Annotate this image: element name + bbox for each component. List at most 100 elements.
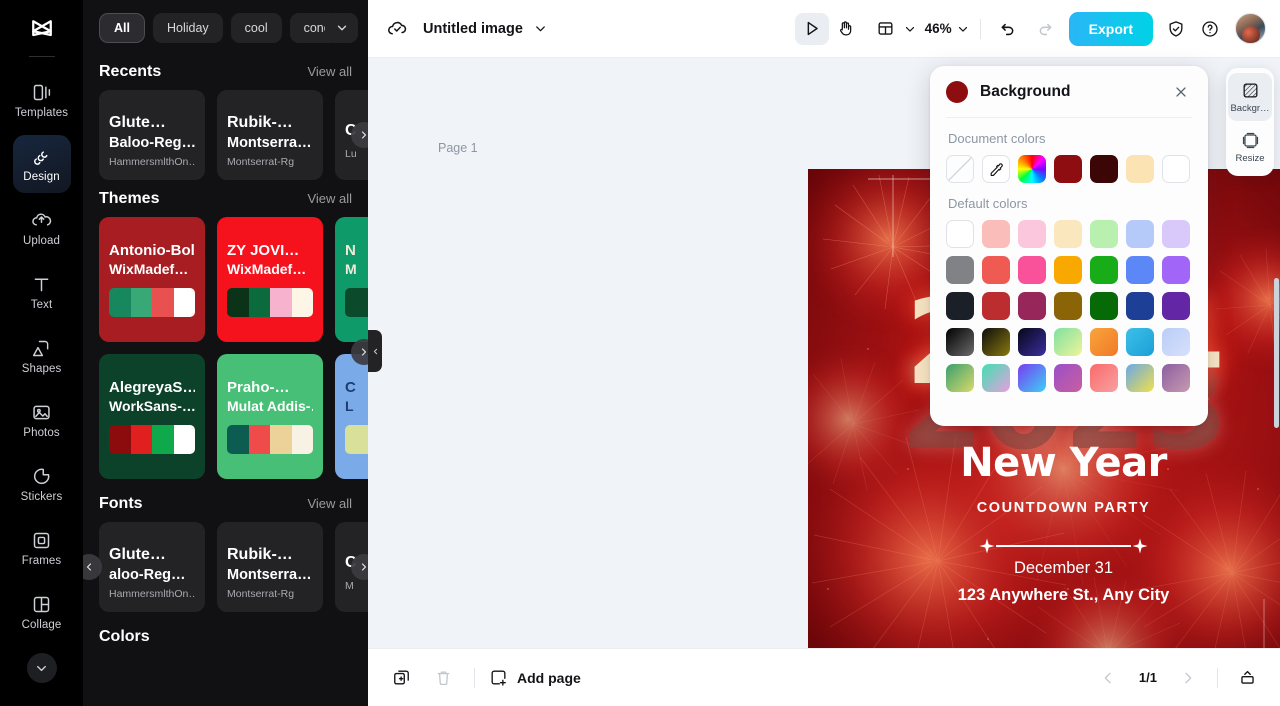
filter-chip-holiday[interactable]: Holiday xyxy=(152,13,223,43)
close-icon[interactable] xyxy=(1170,81,1192,103)
swatch-gradient[interactable] xyxy=(1054,328,1082,356)
sidebar-item-text[interactable]: Text xyxy=(13,263,71,321)
swatch-default[interactable] xyxy=(1162,256,1190,284)
swatch-gradient[interactable] xyxy=(946,328,974,356)
swatch-gradient[interactable] xyxy=(1090,328,1118,356)
swatch-gradient[interactable] xyxy=(1018,364,1046,392)
swatch-default[interactable] xyxy=(1126,220,1154,248)
swatch-gradient[interactable] xyxy=(1054,364,1082,392)
sidebar-item-upload[interactable]: Upload xyxy=(13,199,71,257)
zoom-caret[interactable] xyxy=(956,22,970,36)
font-card[interactable]: Rubik-… Montserra… Montserrat-Rg xyxy=(217,522,323,612)
mini-rail-item-resize[interactable]: Resize xyxy=(1228,123,1272,171)
swatch-gradient[interactable] xyxy=(1126,364,1154,392)
undo-button[interactable] xyxy=(991,13,1025,45)
layout-tool-button[interactable] xyxy=(869,13,903,45)
swatch-document-color[interactable] xyxy=(1162,155,1190,183)
swatch-default[interactable] xyxy=(946,220,974,248)
swatch-gradient[interactable] xyxy=(1162,328,1190,356)
swatch-none[interactable] xyxy=(946,155,974,183)
swatch-default[interactable] xyxy=(1090,220,1118,248)
mini-rail-item-background[interactable]: Backgr… xyxy=(1228,73,1272,121)
filter-chip-all[interactable]: All xyxy=(99,13,145,43)
export-button[interactable]: Export xyxy=(1068,11,1153,46)
section-header-recents: Recents View all xyxy=(83,53,368,90)
document-title[interactable]: Untitled image xyxy=(423,21,523,37)
swatch-gradient[interactable] xyxy=(982,364,1010,392)
theme-card[interactable]: Praho-… Mulat Addis-… xyxy=(217,354,323,479)
swatch-default[interactable] xyxy=(1162,220,1190,248)
swatch-gradient[interactable] xyxy=(1018,328,1046,356)
theme-card[interactable]: C L xyxy=(335,354,368,479)
filter-chip-cool[interactable]: cool xyxy=(230,13,282,43)
cloud-check-icon[interactable] xyxy=(386,17,409,40)
view-all-link[interactable]: View all xyxy=(307,496,368,511)
capcut-logo-icon[interactable] xyxy=(21,10,63,50)
shield-check-button[interactable] xyxy=(1159,13,1193,45)
current-color-dot[interactable] xyxy=(946,80,968,103)
swatch-gradient[interactable] xyxy=(982,328,1010,356)
sidebar-item-design[interactable]: Design xyxy=(12,135,71,193)
select-tool-button[interactable] xyxy=(794,12,829,45)
swatch-default[interactable] xyxy=(982,256,1010,284)
duplicate-page-button[interactable] xyxy=(384,661,418,695)
swatch-gradient[interactable] xyxy=(1162,364,1190,392)
sidebar-item-photos[interactable]: Photos xyxy=(13,391,71,449)
sidebar-item-shapes[interactable]: Shapes xyxy=(13,327,71,385)
sidebar-item-stickers[interactable]: Stickers xyxy=(13,455,71,513)
swatch-default[interactable] xyxy=(1018,220,1046,248)
sidebar-item-frames[interactable]: Frames xyxy=(13,519,71,577)
swatch-default[interactable] xyxy=(1054,292,1082,320)
avatar[interactable] xyxy=(1235,13,1266,44)
theme-card[interactable]: ZY JOVI… WixMadef… xyxy=(217,217,323,342)
view-all-link[interactable]: View all xyxy=(307,64,368,79)
swatch-default[interactable] xyxy=(946,292,974,320)
stickers-icon xyxy=(31,465,53,487)
add-page-button[interactable]: Add page xyxy=(489,668,581,687)
layout-caret[interactable] xyxy=(903,22,917,36)
vertical-scrollbar[interactable] xyxy=(1274,278,1279,428)
swatch-gradient[interactable] xyxy=(946,364,974,392)
swatch-rainbow[interactable] xyxy=(1018,155,1046,183)
delete-page-button[interactable] xyxy=(426,661,460,695)
popover-header: Background xyxy=(946,66,1192,118)
swatch-default[interactable] xyxy=(1126,292,1154,320)
swatch-default[interactable] xyxy=(1162,292,1190,320)
sidebar-item-templates[interactable]: Templates xyxy=(13,71,71,129)
swatch-gradient[interactable] xyxy=(1126,328,1154,356)
font-card[interactable]: Glute… aloo-Reg… HammersmlthOn… xyxy=(99,522,205,612)
swatch-default[interactable] xyxy=(1090,256,1118,284)
theme-card[interactable]: N M xyxy=(335,217,368,342)
zoom-level[interactable]: 46% xyxy=(925,21,952,36)
swatch-default[interactable] xyxy=(1018,292,1046,320)
swatch-default[interactable] xyxy=(946,256,974,284)
help-button[interactable] xyxy=(1193,13,1227,45)
swatch-default[interactable] xyxy=(982,292,1010,320)
swatch-document-color[interactable] xyxy=(1054,155,1082,183)
next-page-button[interactable] xyxy=(1171,661,1205,695)
swatch-default[interactable] xyxy=(982,220,1010,248)
swatch-default[interactable] xyxy=(1126,256,1154,284)
panel-collapse-button[interactable] xyxy=(368,330,382,372)
sidebar-label: Photos xyxy=(23,427,60,439)
theme-card[interactable]: Antonio-Bold WixMadef… xyxy=(99,217,205,342)
swatch-default[interactable] xyxy=(1054,220,1082,248)
swatch-default[interactable] xyxy=(1018,256,1046,284)
sidebar-item-collage[interactable]: Collage xyxy=(13,583,71,641)
font-card[interactable]: Rubik-… Montserra… Montserrat-Rg xyxy=(217,90,323,180)
swatch-document-color[interactable] xyxy=(1090,155,1118,183)
swatch-gradient[interactable] xyxy=(1090,364,1118,392)
font-card[interactable]: Glute… Baloo-Reg… HammersmlthOn… xyxy=(99,90,205,180)
swatch-document-color[interactable] xyxy=(1126,155,1154,183)
swatch-default[interactable] xyxy=(1054,256,1082,284)
theme-card[interactable]: AlegreyaS… WorkSans-… xyxy=(99,354,205,479)
swatch-default[interactable] xyxy=(1090,292,1118,320)
collapse-pages-button[interactable] xyxy=(1230,661,1264,695)
hand-tool-button[interactable] xyxy=(829,13,863,45)
document-title-caret[interactable] xyxy=(533,21,548,36)
prev-page-button[interactable] xyxy=(1091,661,1125,695)
swatch-eyedropper[interactable] xyxy=(982,155,1010,183)
sidebar-more-button[interactable] xyxy=(26,653,57,683)
filter-expand-button[interactable] xyxy=(325,13,358,43)
view-all-link[interactable]: View all xyxy=(307,191,368,206)
